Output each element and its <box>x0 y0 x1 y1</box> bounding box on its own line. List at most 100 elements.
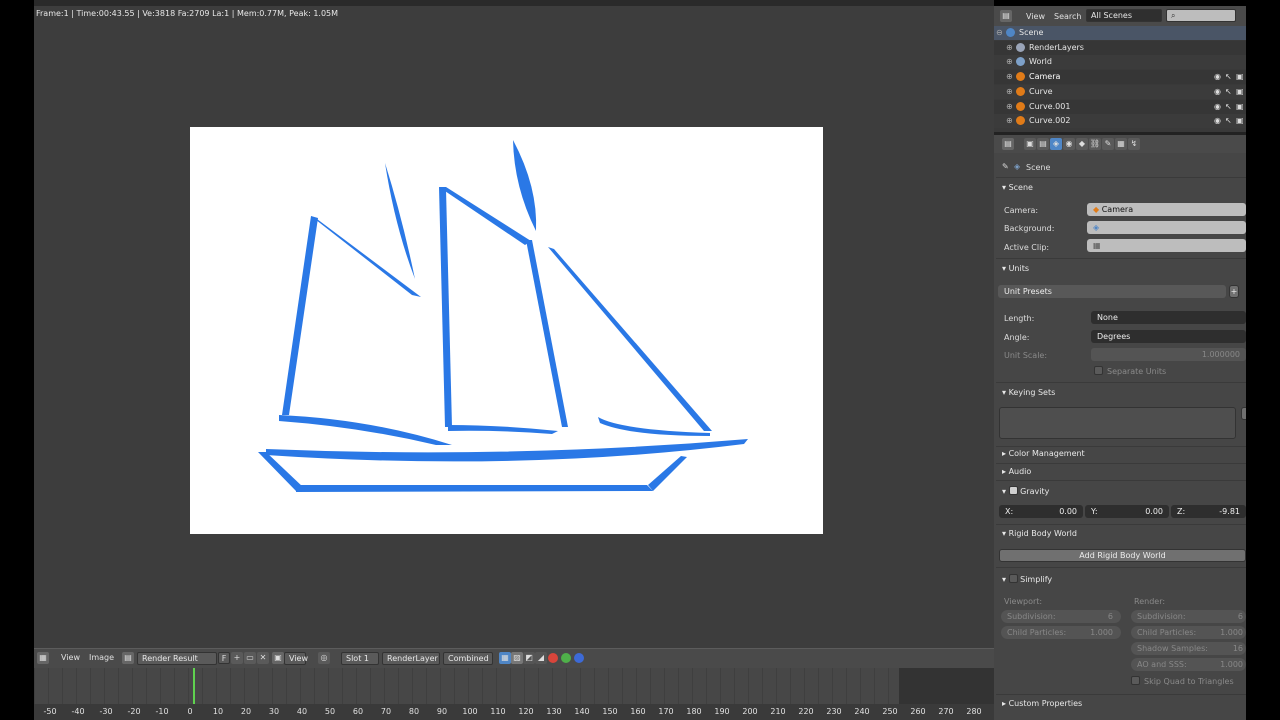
gravity-y-field[interactable]: Y: 0.00 <box>1085 505 1169 518</box>
panel-custom-properties-title[interactable]: ▸ Custom Properties <box>1002 699 1082 708</box>
render-pass-select[interactable]: Combined <box>443 652 493 665</box>
eye-icon[interactable]: ◉ <box>1214 70 1221 84</box>
cursor-icon[interactable]: ↖ <box>1225 85 1232 99</box>
cursor-icon[interactable]: ↖ <box>1225 70 1232 84</box>
outliner-item-scene[interactable]: ⊖ Scene <box>994 26 1246 40</box>
active-clip-field[interactable]: ▦ <box>1087 239 1246 252</box>
scene-filter-select[interactable]: All Scenes <box>1086 9 1162 22</box>
view-mode-select[interactable]: View <box>284 652 308 665</box>
expand-icon[interactable]: ⊕ <box>1006 70 1013 84</box>
expand-icon[interactable]: ⊕ <box>1006 41 1013 55</box>
skip-quad-checkbox[interactable] <box>1131 676 1140 685</box>
layers-tab-icon[interactable]: ▤ <box>1037 138 1049 150</box>
red-channel-icon[interactable] <box>548 653 558 663</box>
pin-icon[interactable]: ✎ <box>1002 162 1009 171</box>
expand-icon[interactable]: ⊕ <box>1006 100 1013 114</box>
object-tab-icon[interactable]: ◆ <box>1076 138 1088 150</box>
color-alpha-icon[interactable]: ▦ <box>499 652 511 664</box>
world-tab-icon[interactable]: ◉ <box>1063 138 1075 150</box>
properties-type-icon[interactable]: ▤ <box>1002 138 1014 150</box>
unit-presets-select[interactable]: Unit Presets <box>998 285 1226 298</box>
render-layer-select[interactable]: RenderLayer <box>382 652 440 665</box>
open-image-icon[interactable]: ▭ <box>244 652 256 664</box>
panel-color-management-title[interactable]: ▸ Color Management <box>1002 449 1085 458</box>
panel-keying-title[interactable]: ▾ Keying Sets <box>1002 388 1055 397</box>
slot-select[interactable]: Slot 1 <box>341 652 379 665</box>
cursor-icon[interactable]: ↖ <box>1225 100 1232 114</box>
eye-icon[interactable]: ◉ <box>1214 100 1221 114</box>
image-browse-icon[interactable]: ▤ <box>122 652 134 664</box>
r-child-particles-field[interactable]: Child Particles: 1.000 <box>1131 626 1246 639</box>
render-icon[interactable]: ▣ <box>1236 100 1244 114</box>
eye-icon[interactable]: ◉ <box>1214 114 1221 128</box>
sample-icon[interactable]: ◢ <box>535 652 547 664</box>
timeline-ruler[interactable]: -50 -40 -30 -20 -10 0 10 20 30 40 50 60 70 80 90 100 110… <box>34 704 994 720</box>
new-image-icon[interactable]: + <box>231 652 243 664</box>
simplify-checkbox[interactable] <box>1008 574 1018 583</box>
expand-icon[interactable]: ⊕ <box>1006 114 1013 128</box>
alpha-icon[interactable]: ▨ <box>511 652 523 664</box>
timeline[interactable]: -50 -40 -30 -20 -10 0 10 20 30 40 50 60 70 80 90 100 110… <box>34 668 994 720</box>
pivot-icon[interactable]: ◎ <box>318 652 330 664</box>
gravity-x-field[interactable]: X: 0.00 <box>999 505 1083 518</box>
render-icon[interactable]: ▣ <box>1236 114 1244 128</box>
image-editor-area[interactable]: Frame:1 | Time:00:43.55 | Ve:3818 Fa:270… <box>34 0 994 648</box>
eye-icon[interactable]: ◉ <box>1214 85 1221 99</box>
camera-field[interactable]: ◆ Camera <box>1087 203 1246 216</box>
z-buffer-icon[interactable]: ◩ <box>523 652 535 664</box>
panel-gravity-title[interactable]: ▾ Gravity <box>1002 485 1049 496</box>
render-icon[interactable]: ▣ <box>1236 85 1244 99</box>
texture-tab-icon[interactable]: ▦ <box>1115 138 1127 150</box>
expand-icon[interactable]: ⊖ <box>996 26 1003 40</box>
unlink-image-icon[interactable]: ✕ <box>257 652 269 664</box>
panel-simplify-title[interactable]: ▾ Simplify <box>1002 573 1052 584</box>
unit-scale-field[interactable]: 1.000000 <box>1091 348 1246 361</box>
view-mode-icon[interactable]: ▣ <box>272 652 284 664</box>
menu-image[interactable]: Image <box>89 653 114 662</box>
expand-icon[interactable]: ⊕ <box>1006 55 1013 69</box>
shadow-samples-field[interactable]: Shadow Samples: 16 <box>1131 642 1246 655</box>
fake-user-button[interactable]: F <box>218 652 230 664</box>
image-name-field[interactable]: Render Result <box>137 652 217 665</box>
outliner-item-world[interactable]: ⊕ World <box>994 55 1246 70</box>
panel-units-title[interactable]: ▾ Units <box>1002 264 1029 273</box>
outliner-menu-view[interactable]: View <box>1026 12 1045 21</box>
constraints-tab-icon[interactable]: ⛓ <box>1089 138 1101 150</box>
add-preset-button[interactable]: + <box>1229 285 1239 298</box>
background-field[interactable]: ◈ <box>1087 221 1246 234</box>
vp-child-particles-field[interactable]: Child Particles: 1.000 <box>1001 626 1121 639</box>
physics-tab-icon[interactable]: ↯ <box>1128 138 1140 150</box>
outliner-search-input[interactable]: ⌕ <box>1166 9 1236 22</box>
cursor-icon[interactable]: ↖ <box>1225 114 1232 128</box>
expand-icon[interactable]: ⊕ <box>1006 85 1013 99</box>
outliner-item-curve-002[interactable]: ⊕ Curve.002 ◉ ↖ ▣ <box>994 114 1246 129</box>
blue-channel-icon[interactable] <box>574 653 584 663</box>
separate-units-checkbox[interactable] <box>1094 366 1103 375</box>
angle-select[interactable]: Degrees <box>1091 330 1246 343</box>
render-icon[interactable]: ▣ <box>1236 70 1244 84</box>
outliner[interactable]: ⊖ Scene ⊕ RenderLayers ⊕ World ⊕ Camera ◉ ↖ ▣ ⊕ Curv… <box>994 26 1246 132</box>
scene-tab-icon[interactable]: ◈ <box>1050 138 1062 150</box>
modifiers-tab-icon[interactable]: ✎ <box>1102 138 1114 150</box>
editor-type-icon[interactable]: ▦ <box>37 652 49 664</box>
outliner-menu-search[interactable]: Search <box>1054 12 1081 21</box>
panel-rigid-body-title[interactable]: ▾ Rigid Body World <box>1002 529 1077 538</box>
playhead[interactable] <box>193 668 195 704</box>
add-rigid-body-world-button[interactable]: Add Rigid Body World <box>999 549 1246 562</box>
length-select[interactable]: None <box>1091 311 1246 324</box>
outliner-type-icon[interactable]: ▤ <box>1000 10 1012 22</box>
render-tab-icon[interactable]: ▣ <box>1024 138 1036 150</box>
render-result-canvas[interactable] <box>190 127 823 534</box>
menu-view[interactable]: View <box>61 653 80 662</box>
green-channel-icon[interactable] <box>561 653 571 663</box>
gravity-checkbox[interactable] <box>1008 486 1018 495</box>
outliner-item-renderlayers[interactable]: ⊕ RenderLayers <box>994 40 1246 55</box>
vp-subdivision-field[interactable]: Subdivision: 6 <box>1001 610 1121 623</box>
outliner-item-camera[interactable]: ⊕ Camera ◉ ↖ ▣ <box>994 70 1246 85</box>
keying-add-button[interactable] <box>1241 407 1246 420</box>
outliner-item-curve-001[interactable]: ⊕ Curve.001 ◉ ↖ ▣ <box>994 99 1246 114</box>
outliner-item-curve[interactable]: ⊕ Curve ◉ ↖ ▣ <box>994 84 1246 99</box>
ao-sss-field[interactable]: AO and SSS: 1.000 <box>1131 658 1246 671</box>
gravity-z-field[interactable]: Z: -9.81 <box>1171 505 1246 518</box>
keying-sets-list[interactable] <box>999 407 1236 439</box>
